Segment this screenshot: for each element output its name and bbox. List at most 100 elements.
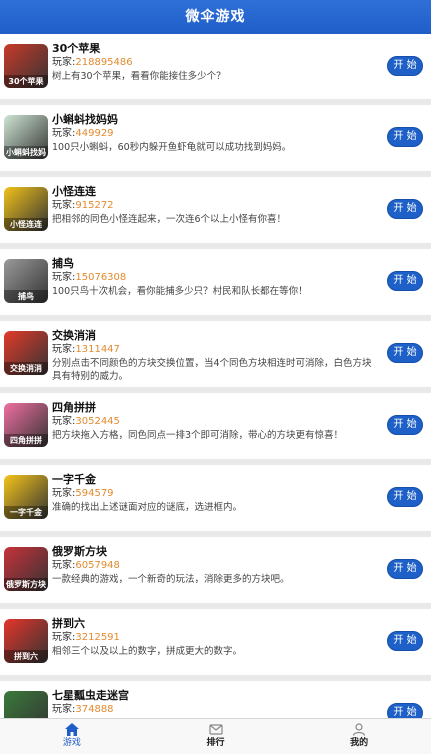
play-count-label: 玩家: <box>52 128 76 139</box>
game-list-item[interactable]: 交换消消 交换消消 玩家:1311447 分别点击不同颜色的方块交换位置，当4个同色方… <box>0 321 431 393</box>
start-game-button[interactable]: 开 始 <box>387 631 423 651</box>
play-count-label: 玩家: <box>52 560 76 571</box>
game-thumb-caption: 俄罗斯方块 <box>4 578 48 591</box>
home-icon <box>64 723 79 736</box>
start-game-button[interactable]: 开 始 <box>387 271 423 291</box>
game-list-item[interactable]: 30个苹果 30个苹果 玩家:218895486 树上有30个苹果，看看你能接住多少个… <box>0 34 431 105</box>
tab-games-label: 游戏 <box>62 738 81 748</box>
play-count-label: 玩家: <box>52 632 76 643</box>
game-description: 准确的找出上述谜面对应的谜底，选进框内。 <box>52 502 243 513</box>
play-count-label: 玩家: <box>52 200 76 211</box>
bird-icon[interactable]: 捕鸟 <box>4 259 48 303</box>
game-play-count: 玩家:915272 <box>52 199 381 213</box>
play-count-value: 594579 <box>75 488 114 499</box>
play-count-value: 1311447 <box>75 344 120 355</box>
tadpole-icon[interactable]: 小蝌蚪找妈妈 <box>4 115 48 159</box>
game-play-count: 玩家:6057948 <box>52 559 381 573</box>
game-title[interactable]: 七星瓢虫走迷宫 <box>52 688 381 703</box>
user-icon <box>353 723 366 736</box>
tab-profile-label: 我的 <box>350 738 369 748</box>
play-count-label: 玩家: <box>52 416 76 427</box>
apples-icon[interactable]: 30个苹果 <box>4 44 48 88</box>
play-count-value: 374888 <box>75 704 114 715</box>
game-play-count: 玩家:3212591 <box>52 631 381 645</box>
game-thumb-caption: 捕鸟 <box>4 290 48 303</box>
game-title[interactable]: 小怪连连 <box>52 184 381 199</box>
game-description: 相邻三个以及以上的数字，拼成更大的数字。 <box>52 646 243 657</box>
app-header: 微伞游戏 <box>0 0 431 34</box>
start-game-button[interactable]: 开 始 <box>387 415 423 435</box>
game-title[interactable]: 交换消消 <box>52 328 381 343</box>
game-title[interactable]: 拼到六 <box>52 616 381 631</box>
game-list[interactable]: 30个苹果 30个苹果 玩家:218895486 树上有30个苹果，看看你能接住多少个… <box>0 34 431 718</box>
play-count-value: 3052445 <box>75 416 120 427</box>
game-title[interactable]: 四角拼拼 <box>52 400 381 415</box>
game-list-item[interactable]: 俄罗斯方块 俄罗斯方块 玩家:6057948 一款经典的游戏，一个新奇的玩法，消除更多… <box>0 537 431 609</box>
game-info: 捕鸟 玩家:15076308 100只鸟十次机会，看你能捕多少只？村民和队长都在等你… <box>52 256 381 298</box>
play-count-value: 449929 <box>75 128 114 139</box>
game-thumb-caption: 30个苹果 <box>4 75 48 88</box>
game-info: 交换消消 玩家:1311447 分别点击不同颜色的方块交换位置，当4个同色方块相连时… <box>52 328 381 383</box>
game-info: 四角拼拼 玩家:3052445 把方块拖入方格，同色同点一排3个即可消除，带心的方块… <box>52 400 381 442</box>
gold-ingot-icon[interactable]: 一字千金 <box>4 475 48 519</box>
game-title[interactable]: 小蝌蚪找妈妈 <box>52 112 381 127</box>
tab-ranking-label: 排行 <box>206 738 225 748</box>
monster-icon[interactable]: 小怪连连 <box>4 187 48 231</box>
tetris-icon[interactable]: 俄罗斯方块 <box>4 547 48 591</box>
tab-ranking[interactable]: 排行 <box>144 719 288 754</box>
ladybug-icon[interactable] <box>4 691 48 718</box>
game-thumb-caption: 小怪连连 <box>4 218 48 231</box>
game-title[interactable]: 俄罗斯方块 <box>52 544 381 559</box>
game-play-count: 玩家:1311447 <box>52 343 381 357</box>
game-list-item[interactable]: 七星瓢虫走迷宫 玩家:374888 开 始 <box>0 681 431 718</box>
game-thumb-caption: 交换消消 <box>4 362 48 375</box>
game-thumb-caption: 小蝌蚪找妈妈 <box>4 146 48 159</box>
tab-profile[interactable]: 我的 <box>287 719 431 754</box>
game-thumb-caption: 拼到六 <box>4 650 48 663</box>
play-count-value: 6057948 <box>75 560 120 571</box>
game-description: 100只鸟十次机会，看你能捕多少只？村民和队长都在等你！ <box>52 286 308 297</box>
tab-games[interactable]: 游戏 <box>0 719 144 754</box>
game-list-item[interactable]: 小怪连连 小怪连连 玩家:915272 把相邻的同色小怪连起来，一次连6个以上小怪有你… <box>0 177 431 249</box>
game-info: 俄罗斯方块 玩家:6057948 一款经典的游戏，一个新奇的玩法，消除更多的方块吧。 <box>52 544 381 586</box>
game-play-count: 玩家:374888 <box>52 703 381 717</box>
play-count-value: 915272 <box>75 200 114 211</box>
game-thumb-caption: 一字千金 <box>4 506 48 519</box>
game-info: 一字千金 玩家:594579 准确的找出上述谜面对应的谜底，选进框内。 <box>52 472 381 514</box>
game-list-item[interactable]: 捕鸟 捕鸟 玩家:15076308 100只鸟十次机会，看你能捕多少只？村民和队长都在… <box>0 249 431 321</box>
start-game-button[interactable]: 开 始 <box>387 703 423 718</box>
game-title[interactable]: 一字千金 <box>52 472 381 487</box>
game-info: 30个苹果 玩家:218895486 树上有30个苹果，看看你能接住多少个？ <box>52 41 381 83</box>
game-description: 100只小蝌蚪，60秒内躲开鱼虾龟就可以成功找到妈妈。 <box>52 142 292 153</box>
play-count-label: 玩家: <box>52 488 76 499</box>
start-game-button[interactable]: 开 始 <box>387 56 423 76</box>
game-info: 小蝌蚪找妈妈 玩家:449929 100只小蝌蚪，60秒内躲开鱼虾龟就可以成功找到妈… <box>52 112 381 154</box>
start-game-button[interactable]: 开 始 <box>387 559 423 579</box>
game-title[interactable]: 捕鸟 <box>52 256 381 271</box>
play-count-value: 15076308 <box>75 272 127 283</box>
game-list-item[interactable]: 小蝌蚪找妈妈小蝌蚪找妈妈玩家:449929100只小蝌蚪，60秒内躲开鱼虾龟就可… <box>0 105 431 177</box>
game-info: 小怪连连 玩家:915272 把相邻的同色小怪连起来，一次连6个以上小怪有你喜！ <box>52 184 381 226</box>
game-list-item[interactable]: 四角拼拼 四角拼拼 玩家:3052445 把方块拖入方格，同色同点一排3个即可消除，带… <box>0 393 431 465</box>
page-title: 微伞游戏 <box>185 9 246 25</box>
game-info: 七星瓢虫走迷宫 玩家:374888 <box>52 688 381 717</box>
play-count-label: 玩家: <box>52 57 76 68</box>
start-game-button[interactable]: 开 始 <box>387 199 423 219</box>
swap-blocks-icon[interactable]: 交换消消 <box>4 331 48 375</box>
start-game-button[interactable]: 开 始 <box>387 343 423 363</box>
game-list-item[interactable]: 一字千金 一字千金 玩家:594579 准确的找出上述谜面对应的谜底，选进框内。开 始 <box>0 465 431 537</box>
heart-blocks-icon[interactable]: 四角拼拼 <box>4 403 48 447</box>
start-game-button[interactable]: 开 始 <box>387 487 423 507</box>
game-description: 把方块拖入方格，同色同点一排3个即可消除，带心的方块更有惊喜！ <box>52 430 344 441</box>
start-game-button[interactable]: 开 始 <box>387 127 423 147</box>
game-title[interactable]: 30个苹果 <box>52 41 381 56</box>
game-play-count: 玩家:594579 <box>52 487 381 501</box>
play-count-label: 玩家: <box>52 344 76 355</box>
bottom-tab-bar: 游戏 排行 我的 <box>0 718 431 754</box>
game-play-count: 玩家:3052445 <box>52 415 381 429</box>
game-play-count: 玩家:218895486 <box>52 56 381 70</box>
game-description: 树上有30个苹果，看看你能接住多少个？ <box>52 71 226 82</box>
game-description: 一款经典的游戏，一个新奇的玩法，消除更多的方块吧。 <box>52 574 290 585</box>
number-six-icon[interactable]: 拼到六 <box>4 619 48 663</box>
game-list-item[interactable]: 拼到六 拼到六 玩家:3212591 相邻三个以及以上的数字，拼成更大的数字。开 始 <box>0 609 431 681</box>
